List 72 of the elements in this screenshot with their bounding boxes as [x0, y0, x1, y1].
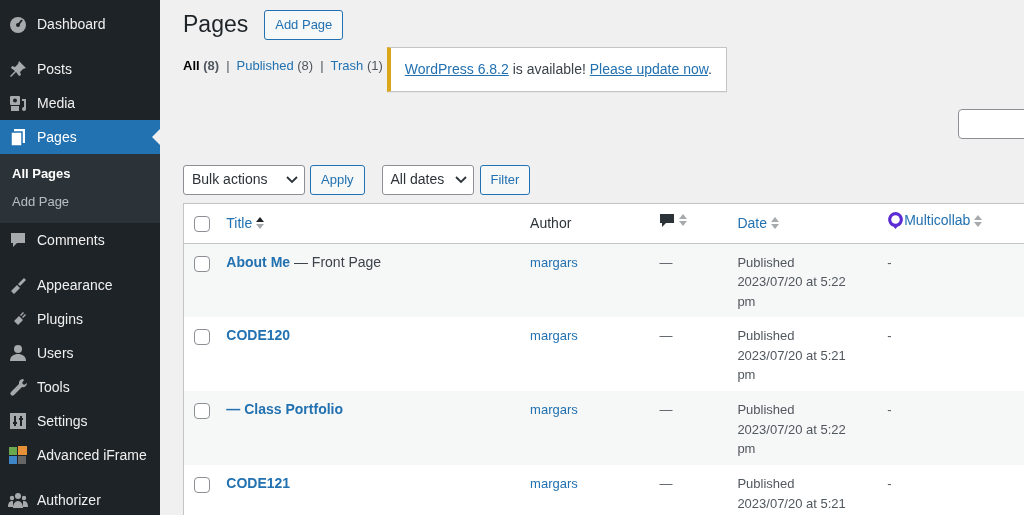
column-header[interactable]: Title	[226, 212, 253, 234]
view-link[interactable]: Published (8)	[236, 55, 314, 76]
author-link[interactable]: margars	[530, 254, 578, 270]
comment-count: —	[659, 402, 673, 418]
dropdown[interactable]: All dates	[381, 164, 474, 195]
page-title: Pages	[183, 11, 249, 39]
sidebar-item[interactable]: Media	[0, 86, 160, 120]
sidebar-item[interactable]: Tools	[0, 370, 160, 404]
author-link[interactable]: margars	[530, 328, 578, 344]
date-cell-text: Published 2023/07/20 at 5:21	[737, 475, 847, 513]
comment-count: —	[659, 476, 673, 492]
page-title-link[interactable]: — Class Portfolio	[226, 401, 343, 418]
chevron-down-icon	[286, 175, 298, 184]
date-cell-text: Published 2023/07/20 at 5:22 pm	[737, 253, 847, 311]
sidebar-item[interactable]: Dashboard	[0, 7, 160, 41]
notice-link[interactable]: WordPress 6.8.2	[404, 60, 509, 77]
page-state: — Front Page	[292, 253, 382, 270]
table-cell: -	[887, 254, 892, 270]
chat-pin-icon	[887, 211, 905, 231]
table-cell: -	[887, 328, 892, 344]
page-title-link[interactable]: CODE121	[226, 475, 291, 492]
separator: |	[320, 56, 324, 75]
column-header[interactable]: Multicollab	[904, 210, 971, 232]
notice-text: is available!	[511, 60, 587, 77]
sidebar-item[interactable]: Authorizer	[0, 483, 160, 515]
checkbox[interactable]	[194, 216, 210, 233]
submenu-item[interactable]: Add Page	[0, 188, 160, 216]
sidebar-item[interactable]: Appearance	[0, 268, 160, 302]
dropdown[interactable]: Bulk actions	[183, 164, 305, 195]
sidebar-item[interactable]: Advanced iFrame	[0, 438, 160, 472]
table-cell: -	[887, 476, 892, 492]
author-link[interactable]: margars	[530, 476, 578, 492]
sidebar-item[interactable]: Settings	[0, 404, 160, 438]
comment-count: —	[659, 328, 673, 344]
gauge-icon	[8, 14, 28, 34]
people-icon	[8, 490, 28, 510]
pin-icon	[8, 59, 28, 79]
view-link[interactable]: Trash (1)	[330, 55, 383, 76]
filter-button[interactable]: Filter	[479, 164, 531, 195]
author-link[interactable]: margars	[530, 402, 578, 418]
separator: |	[226, 56, 230, 75]
comment-icon	[8, 230, 28, 250]
apply-button[interactable]: Apply	[310, 164, 365, 195]
column-header: Author	[530, 213, 572, 233]
checkbox[interactable]	[194, 329, 210, 345]
comment-count: —	[659, 254, 673, 270]
date-cell-text: Published 2023/07/20 at 5:21 pm	[737, 327, 847, 385]
table-cell: -	[887, 402, 892, 418]
add-page-button[interactable]: Add Page	[264, 10, 344, 40]
sidebar-item[interactable]: Plugins	[0, 302, 160, 336]
media-icon	[8, 93, 28, 113]
sidebar-item[interactable]: Pages	[0, 120, 160, 154]
wrench-icon	[8, 377, 28, 397]
sliders-icon	[8, 411, 28, 431]
notice-text: .	[708, 60, 712, 77]
user-icon	[8, 343, 28, 363]
page-title-link[interactable]: CODE120	[226, 327, 291, 344]
view-link[interactable]: All (8)	[183, 55, 220, 76]
sidebar-item[interactable]: Users	[0, 336, 160, 370]
date-cell-text: Published 2023/07/20 at 5:22 pm	[737, 401, 847, 459]
column-header[interactable]: Date	[737, 212, 767, 234]
tiles-icon	[8, 445, 28, 465]
checkbox[interactable]	[194, 255, 210, 272]
sidebar-item[interactable]: Posts	[0, 52, 160, 86]
pages-icon	[8, 127, 28, 147]
checkbox[interactable]	[194, 477, 210, 493]
comment-icon[interactable]	[659, 212, 676, 229]
submenu-item[interactable]: All Pages	[0, 160, 160, 188]
checkbox[interactable]	[194, 403, 210, 419]
chevron-down-icon	[454, 175, 467, 184]
page-title-link[interactable]: About Me	[226, 253, 291, 270]
sidebar-item[interactable]: Comments	[0, 223, 160, 257]
